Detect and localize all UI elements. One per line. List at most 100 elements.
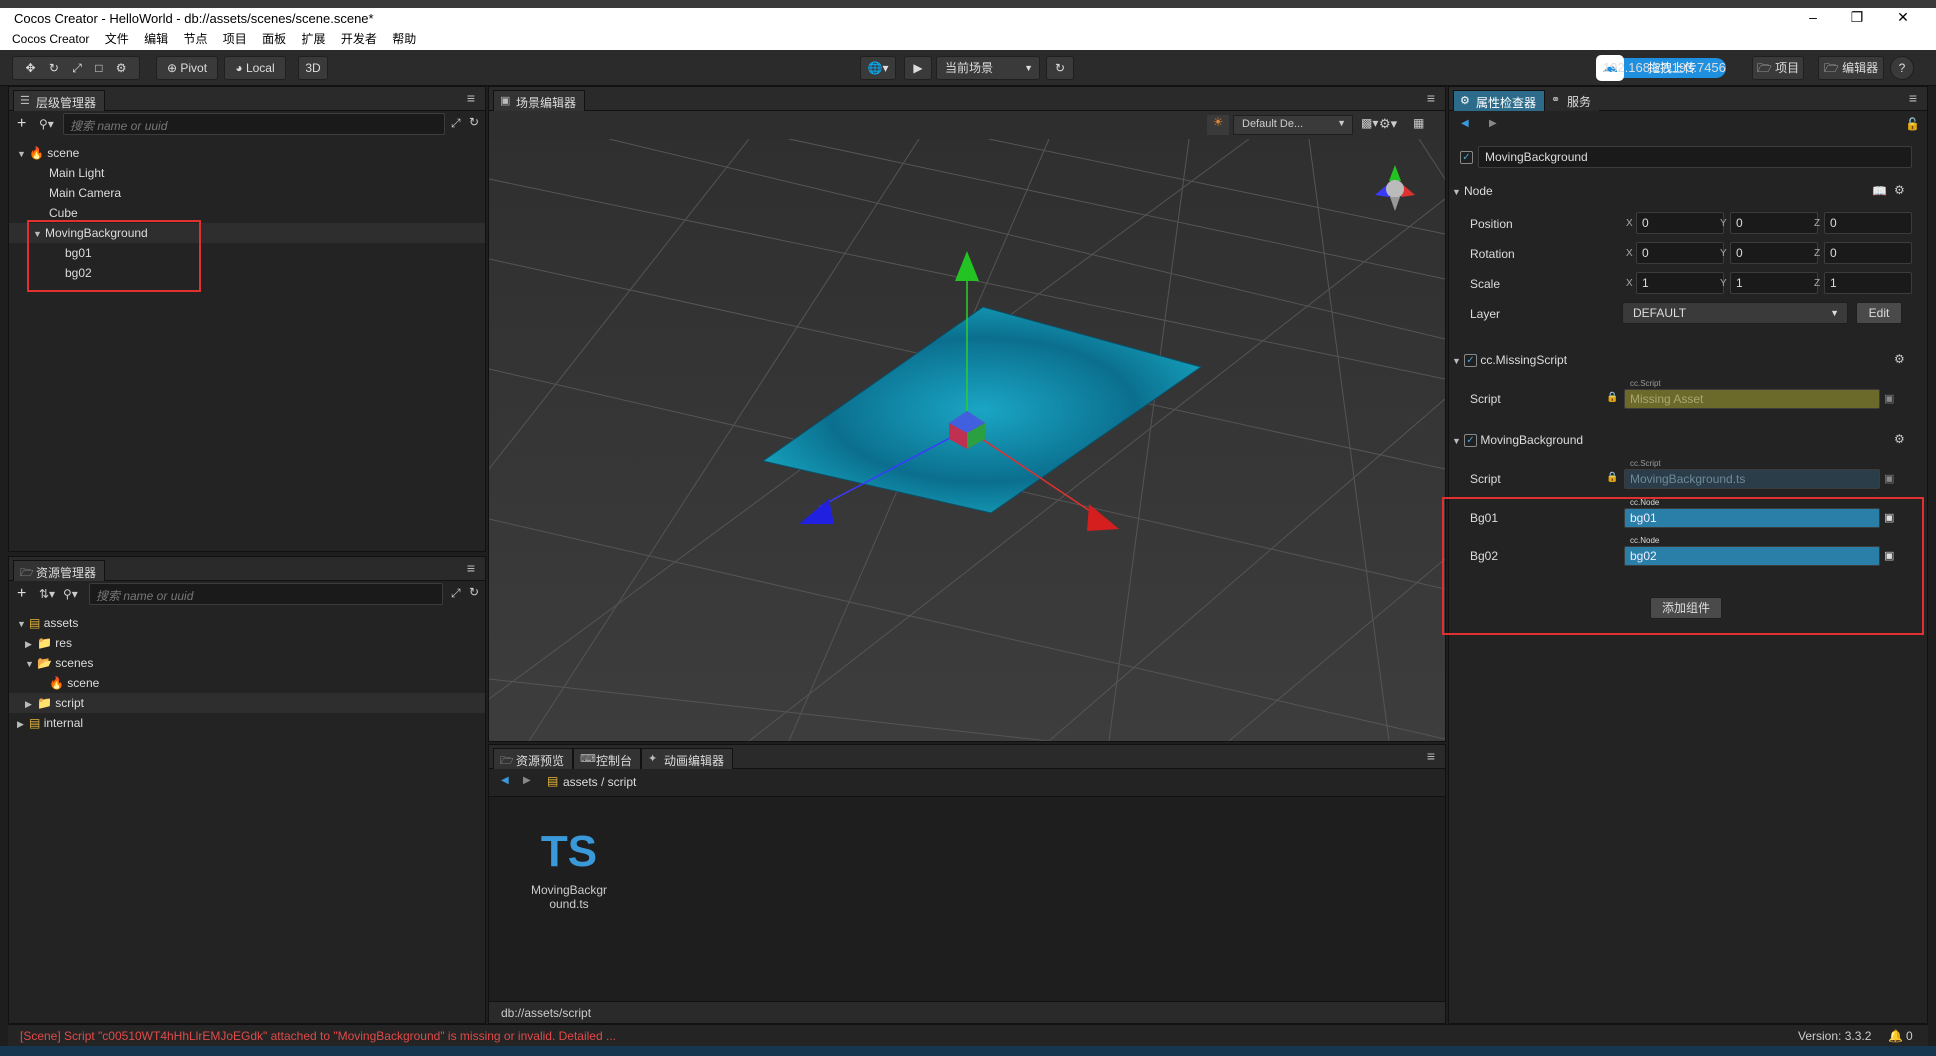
- assets-search-input[interactable]: 搜索 name or uuid: [89, 583, 443, 605]
- caret-down-icon[interactable]: ▼: [1452, 436, 1464, 446]
- error-message[interactable]: [Scene] Script "c00510WT4hHhLlrEMJoEGdk"…: [20, 1029, 616, 1043]
- position-z-input[interactable]: 0: [1824, 212, 1912, 234]
- settings-icon[interactable]: ⚙▾: [1379, 116, 1397, 132]
- layout-icon[interactable]: ▦: [1413, 116, 1424, 130]
- file-item-moving-background[interactable]: TS MovingBackgr ound.ts: [519, 827, 619, 911]
- hierarchy-search-input[interactable]: 搜索 name or uuid: [63, 113, 445, 135]
- expand-icon[interactable]: ⤢: [451, 116, 461, 131]
- rotation-z-input[interactable]: 0: [1824, 242, 1912, 264]
- menu-item-app[interactable]: Cocos Creator: [0, 30, 95, 48]
- back-icon[interactable]: ◀: [501, 775, 509, 786]
- tab-inspector[interactable]: ⚙ 属性检查器: [1453, 90, 1546, 111]
- asset-item-script[interactable]: ▶ 📁 script: [9, 693, 485, 713]
- check-icon[interactable]: ✓: [1464, 434, 1477, 448]
- menu-item-developer[interactable]: 开发者: [335, 28, 383, 49]
- node-section-header[interactable]: ▼ Node: [1452, 184, 1493, 198]
- scale-y-input[interactable]: 1: [1730, 272, 1818, 294]
- add-node-icon[interactable]: +: [17, 115, 26, 133]
- expand-icon[interactable]: ⤢: [451, 586, 461, 601]
- restore-icon[interactable]: ❐: [1834, 9, 1880, 26]
- panel-menu-icon[interactable]: ≡: [1909, 90, 1917, 106]
- panel-menu-icon[interactable]: ≡: [467, 90, 475, 106]
- sort-icon[interactable]: ⇅▾: [39, 587, 55, 601]
- asset-item-internal[interactable]: ▶ ▤ internal: [17, 713, 83, 733]
- tab-asset-preview[interactable]: 🗁 资源预览: [493, 748, 574, 769]
- gear-icon[interactable]: ⚙: [1894, 432, 1905, 446]
- caret-right-icon[interactable]: ▶: [17, 714, 29, 734]
- menu-item-panel[interactable]: 面板: [256, 28, 292, 49]
- scene-viewport[interactable]: [489, 139, 1445, 741]
- tab-scene-editor[interactable]: ▣ 场景编辑器: [493, 90, 586, 111]
- lock-icon[interactable]: 🔓: [1905, 117, 1920, 131]
- caret-down-icon[interactable]: ▼: [17, 144, 29, 164]
- script-asset-field[interactable]: MovingBackground.ts: [1624, 469, 1880, 489]
- caret-down-icon[interactable]: ▼: [17, 614, 29, 634]
- book-icon[interactable]: 📖: [1872, 184, 1887, 198]
- asset-item-scenes[interactable]: ▼ 📂 scenes: [25, 653, 93, 673]
- move-tool-icon[interactable]: ✥: [25, 61, 35, 75]
- tree-node-scene[interactable]: ▼ 🔥 scene: [17, 143, 79, 163]
- help-icon[interactable]: ?: [1890, 56, 1914, 80]
- locate-icon[interactable]: ▣: [1884, 472, 1894, 485]
- locate-icon[interactable]: ▣: [1884, 511, 1894, 524]
- menu-item-edit[interactable]: 编辑: [138, 28, 174, 49]
- search-icon[interactable]: ⚲▾: [39, 117, 54, 131]
- add-asset-icon[interactable]: +: [17, 585, 26, 603]
- refresh-icon[interactable]: ↻: [469, 585, 479, 599]
- asset-item-res[interactable]: ▶ 📁 res: [25, 633, 72, 653]
- locate-icon[interactable]: ▣: [1884, 549, 1894, 562]
- node-name-input[interactable]: MovingBackground: [1478, 146, 1912, 168]
- node-active-checkbox[interactable]: ✓: [1460, 150, 1473, 165]
- screen-icon[interactable]: ▩▾: [1361, 116, 1378, 130]
- refresh-button[interactable]: ↻: [1046, 56, 1074, 80]
- gear-icon[interactable]: ⚙: [1894, 183, 1905, 197]
- rect-tool-icon[interactable]: □: [95, 61, 102, 75]
- caret-down-icon[interactable]: ▼: [25, 654, 37, 674]
- menu-item-file[interactable]: 文件: [99, 28, 135, 49]
- globe-icon[interactable]: 🌐▾: [860, 56, 896, 80]
- rotation-x-input[interactable]: 0: [1636, 242, 1724, 264]
- tab-hierarchy[interactable]: ☰ 层级管理器: [13, 90, 106, 111]
- caret-right-icon[interactable]: ▶: [25, 634, 37, 654]
- forward-icon[interactable]: ▶: [1489, 118, 1497, 129]
- bg01-node-field[interactable]: bg01: [1624, 508, 1880, 528]
- tree-node-main-camera[interactable]: Main Camera: [49, 183, 121, 203]
- 3d-toggle-button[interactable]: 3D: [298, 56, 328, 80]
- camera-select[interactable]: Default De... ▼: [1233, 115, 1353, 135]
- missing-script-section-header[interactable]: ▼ ✓ cc.MissingScript: [1452, 353, 1567, 368]
- scale-tool-icon[interactable]: ⤢: [72, 61, 82, 75]
- search-icon[interactable]: ⚲▾: [63, 587, 78, 601]
- rotate-tool-icon[interactable]: ↻: [49, 61, 59, 75]
- rotation-y-input[interactable]: 0: [1730, 242, 1818, 264]
- gear-tool-icon[interactable]: ⚙: [116, 61, 127, 75]
- close-icon[interactable]: ✕: [1880, 9, 1926, 26]
- scale-z-input[interactable]: 1: [1824, 272, 1912, 294]
- tab-animation-editor[interactable]: ✦ 动画编辑器: [641, 748, 734, 769]
- play-button[interactable]: ▶: [904, 56, 932, 80]
- tree-node-main-light[interactable]: Main Light: [49, 163, 104, 183]
- refresh-icon[interactable]: ↻: [469, 115, 479, 129]
- panel-menu-icon[interactable]: ≡: [1427, 90, 1435, 106]
- caret-down-icon[interactable]: ▼: [1452, 356, 1464, 366]
- editor-button[interactable]: 🗁 编辑器: [1818, 56, 1884, 80]
- layer-edit-button[interactable]: Edit: [1856, 302, 1902, 324]
- light-icon[interactable]: ☀: [1207, 115, 1229, 135]
- caret-right-icon[interactable]: ▶: [25, 694, 37, 714]
- local-button[interactable]: ◕ Local: [224, 56, 286, 80]
- panel-menu-icon[interactable]: ≡: [1427, 748, 1435, 764]
- moving-background-section-header[interactable]: ▼ ✓ MovingBackground: [1452, 433, 1583, 448]
- tab-console[interactable]: ⌨ 控制台: [573, 748, 642, 769]
- gear-icon[interactable]: ⚙: [1894, 352, 1905, 366]
- asset-item-assets[interactable]: ▼ ▤ assets: [17, 613, 78, 633]
- menu-item-node[interactable]: 节点: [177, 28, 213, 49]
- bg02-node-field[interactable]: bg02: [1624, 546, 1880, 566]
- asset-item-scene[interactable]: 🔥 scene: [49, 673, 99, 693]
- bell-icon[interactable]: 🔔: [1888, 1029, 1903, 1043]
- project-button[interactable]: 🗁 项目: [1752, 56, 1804, 80]
- back-icon[interactable]: ◀: [1461, 118, 1469, 129]
- menu-item-extension[interactable]: 扩展: [296, 28, 332, 49]
- panel-menu-icon[interactable]: ≡: [467, 560, 475, 576]
- add-component-button[interactable]: 添加组件: [1650, 597, 1722, 619]
- tab-services[interactable]: ⚭ 服务: [1545, 90, 1600, 111]
- position-x-input[interactable]: 0: [1636, 212, 1724, 234]
